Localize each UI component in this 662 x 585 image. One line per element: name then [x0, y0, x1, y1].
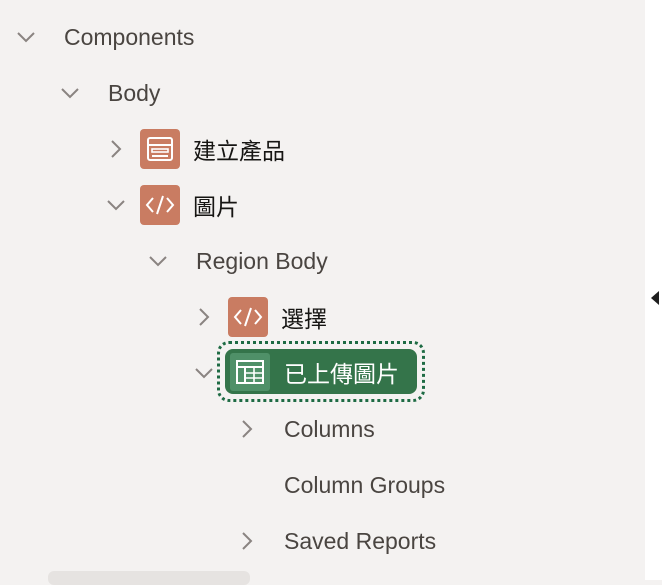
tree-node-label: Body — [108, 79, 161, 106]
tree-node-label: 建立產品 — [193, 138, 285, 164]
tree-node-saved-reports[interactable]: Saved Reports — [235, 519, 436, 563]
chevron-down-icon[interactable] — [14, 25, 38, 49]
chevron-right-icon[interactable] — [235, 529, 259, 553]
tree-node-label: 已上傳圖片 — [284, 360, 399, 387]
component-tree: Components Body 建立產品 圖片 Region Body 選擇 已… — [0, 0, 645, 585]
tree-node-column-groups[interactable]: Column Groups — [235, 463, 445, 507]
tree-node-label: Saved Reports — [284, 527, 437, 554]
chevron-down-icon[interactable] — [146, 249, 170, 273]
chevron-down-icon[interactable] — [58, 81, 82, 105]
code-region-icon — [140, 185, 180, 225]
partial-tree-row — [48, 571, 250, 585]
form-region-icon — [140, 129, 180, 169]
chevron-right-icon[interactable] — [192, 305, 216, 329]
tree-node-columns[interactable]: Columns — [235, 407, 375, 451]
tree-node-image[interactable]: 圖片 — [104, 183, 239, 227]
tree-node-region-body[interactable]: Region Body — [146, 239, 328, 283]
panel-splitter[interactable] — [645, 0, 662, 580]
report-region-icon — [230, 352, 270, 391]
tree-node-uploaded-images[interactable]: 已上傳圖片 — [225, 349, 417, 394]
chevron-down-icon[interactable] — [104, 193, 128, 217]
tree-node-label: Column Groups — [284, 471, 446, 498]
tree-node-components[interactable]: Components — [14, 15, 194, 59]
chevron-right-icon[interactable] — [104, 137, 128, 161]
tree-node-label: Columns — [284, 415, 375, 442]
tree-node-body[interactable]: Body — [58, 71, 160, 115]
tree-node-label: 圖片 — [193, 194, 239, 220]
tree-node-select[interactable]: 選擇 — [192, 295, 327, 339]
code-region-icon — [228, 297, 268, 337]
tree-node-label: Components — [64, 23, 195, 50]
tree-node-label: 選擇 — [281, 306, 327, 332]
tree-node-label: Region Body — [196, 247, 328, 274]
chevron-right-icon[interactable] — [235, 417, 259, 441]
tree-node-create-product[interactable]: 建立產品 — [104, 127, 285, 171]
collapse-panel-icon[interactable] — [651, 291, 659, 305]
chevron-down-icon[interactable] — [192, 361, 216, 385]
selected-focus-ring: 已上傳圖片 — [217, 341, 425, 402]
